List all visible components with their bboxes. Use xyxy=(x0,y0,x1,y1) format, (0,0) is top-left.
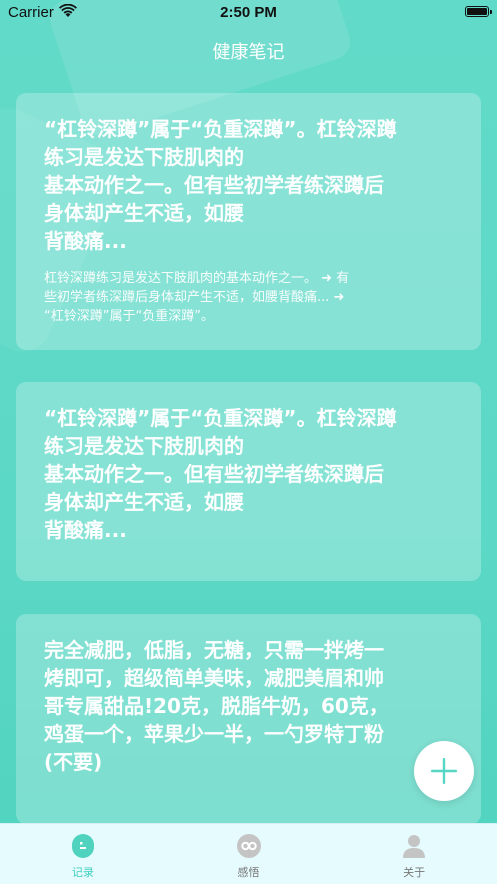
tab-label: 记录 xyxy=(71,866,94,879)
plus-icon xyxy=(431,758,457,784)
tab-record[interactable]: 记录 xyxy=(0,824,166,884)
note-summary: 杠铃深蹲练习是发达下肢肌肉的基本动作之一。 ➜ 有 些初学者练深蹲后身体却产生不… xyxy=(44,271,350,324)
note-title: “杠铃深蹲”属于“负重深蹲”。杠铃深蹲 练习是发达下肢肌肉的 基本动作之一。但有… xyxy=(44,117,397,253)
record-icon xyxy=(71,834,94,858)
page-title: 健康笔记 xyxy=(212,42,285,63)
tab-label: 感悟 xyxy=(237,866,260,879)
note-title: 完全减肥，低脂，无糖，只需一拌烤一 烤即可，超级简单美味，减肥美眉和帅 哥专属甜… xyxy=(44,638,389,774)
note-card[interactable]: “杠铃深蹲”属于“负重深蹲”。杠铃深蹲 练习是发达下肢肌肉的 基本动作之一。但有… xyxy=(16,93,481,350)
battery-icon xyxy=(465,6,492,17)
tab-label: 关于 xyxy=(403,866,426,879)
insight-icon xyxy=(236,834,261,858)
note-card[interactable]: 完全减肥，低脂，无糖，只需一拌烤一 烤即可，超级简单美味，减肥美眉和帅 哥专属甜… xyxy=(16,614,481,824)
tab-about[interactable]: 关于 xyxy=(331,824,497,884)
tab-insight[interactable]: 感悟 xyxy=(166,824,332,884)
add-note-button[interactable] xyxy=(414,741,474,801)
person-icon xyxy=(403,835,426,858)
tab-bar: 记录 感悟 关于 xyxy=(0,823,497,884)
status-bar: Carrier 2:50 PM xyxy=(0,0,497,26)
note-title: “杠铃深蹲”属于“负重深蹲”。杠铃深蹲 练习是发达下肢肌肉的 基本动作之一。但有… xyxy=(44,406,397,542)
status-time: 2:50 PM xyxy=(220,4,277,21)
note-card[interactable]: “杠铃深蹲”属于“负重深蹲”。杠铃深蹲 练习是发达下肢肌肉的 基本动作之一。但有… xyxy=(16,382,481,581)
